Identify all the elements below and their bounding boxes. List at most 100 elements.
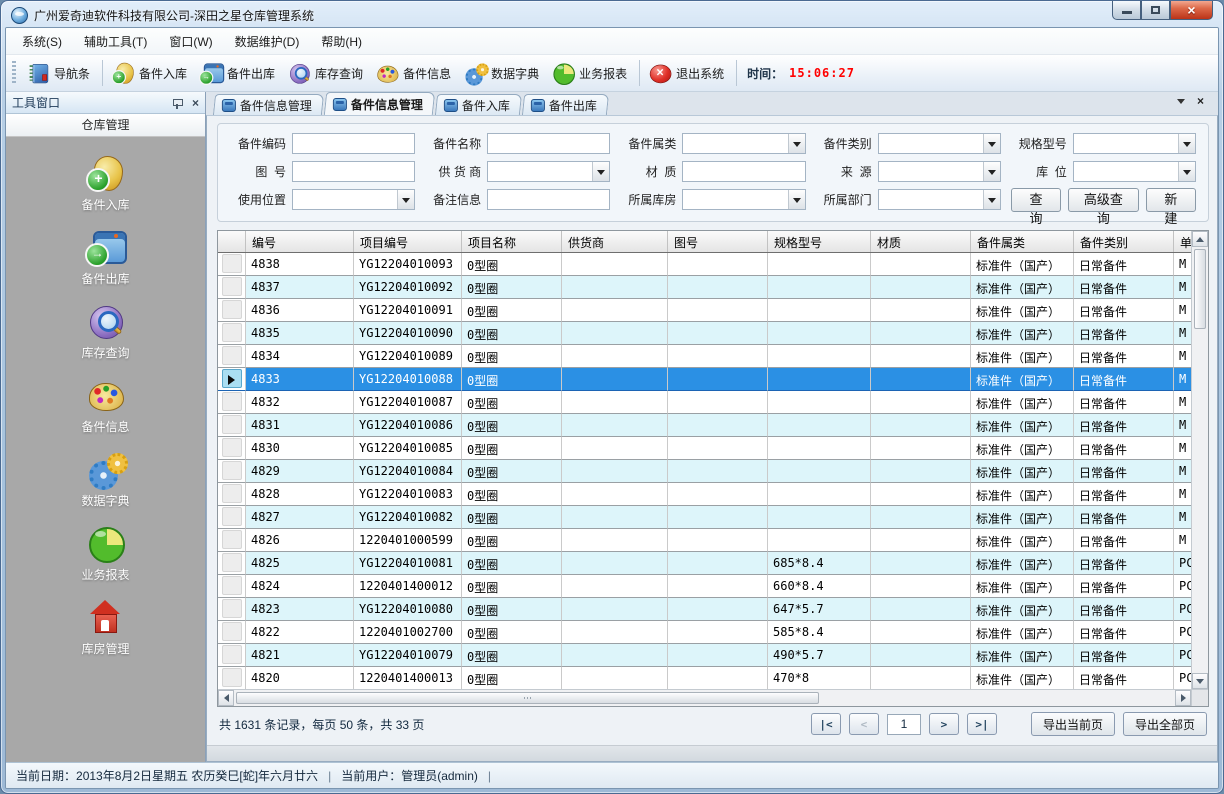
prev-page-button[interactable]: < (849, 713, 879, 735)
chevron-down-icon[interactable] (788, 190, 805, 209)
chevron-down-icon[interactable] (397, 190, 414, 209)
row-selector[interactable] (218, 322, 246, 345)
tab-list-dropdown-icon[interactable] (1177, 99, 1185, 104)
table-row[interactable]: 4834 YG12204010089 0型圈 标准件（国产） 日常备件 (218, 345, 1191, 368)
field-input[interactable] (292, 161, 415, 182)
table-row[interactable]: 4833 YG12204010088 0型圈 标准件（国产） 日常备件 (218, 368, 1191, 391)
table-row[interactable]: 4822 1220401002700 0型圈 585*8.4 标准件（国产） 日… (218, 621, 1191, 644)
row-selector[interactable] (218, 621, 246, 644)
table-row[interactable]: 4836 YG12204010091 0型圈 标准件（国产） 日常备件 (218, 299, 1191, 322)
column-header[interactable]: 规格型号 (768, 231, 871, 252)
field-input[interactable] (487, 133, 610, 154)
advanced-query-button[interactable]: 高级查询 (1068, 188, 1139, 212)
chevron-down-icon[interactable] (592, 162, 609, 181)
export-all-pages-button[interactable]: 导出全部页 (1123, 712, 1207, 736)
field-input[interactable] (1073, 161, 1196, 182)
scroll-right-icon[interactable] (1175, 690, 1191, 706)
column-header[interactable]: 图号 (668, 231, 768, 252)
table-row[interactable]: 4829 YG12204010084 0型圈 标准件（国产） 日常备件 (218, 460, 1191, 483)
horizontal-scroll-track[interactable] (234, 690, 1175, 706)
row-selector[interactable] (218, 368, 246, 391)
row-selector[interactable] (218, 276, 246, 299)
toolbar-button-navbar[interactable]: 导航条 (22, 59, 98, 87)
tab-parts-inbound[interactable]: 备件入库 (435, 94, 522, 115)
row-selector[interactable] (218, 253, 246, 276)
sidebar-item-data-dict[interactable]: 数据字典 (81, 449, 129, 509)
sidebar-item-business-report[interactable]: 业务报表 (81, 523, 129, 583)
table-row[interactable]: 4831 YG12204010086 0型圈 标准件（国产） 日常备件 (218, 414, 1191, 437)
column-header[interactable]: 供货商 (562, 231, 668, 252)
column-header[interactable]: 项目编号 (354, 231, 462, 252)
column-header[interactable]: 备件类别 (1074, 231, 1174, 252)
sidebar-item-parts-inbound[interactable]: 备件入库 (81, 153, 129, 213)
chevron-down-icon[interactable] (983, 134, 1000, 153)
toolbar-item[interactable] (736, 60, 737, 86)
toolbar-button-data-dict[interactable]: 数据字典 (459, 59, 547, 87)
field-input[interactable] (487, 189, 610, 210)
menu-help[interactable]: 帮助(H) (311, 29, 372, 54)
scroll-down-icon[interactable] (1192, 673, 1208, 689)
toolbar-button-stock-query[interactable]: 库存查询 (283, 59, 371, 87)
first-page-button[interactable]: |< (811, 713, 841, 735)
export-current-page-button[interactable]: 导出当前页 (1031, 712, 1115, 736)
pin-icon[interactable] (172, 97, 184, 109)
sidebar-section-title[interactable]: 仓库管理 (6, 114, 205, 137)
row-selector[interactable] (218, 598, 246, 621)
last-page-button[interactable]: >| (967, 713, 997, 735)
row-selector[interactable] (218, 506, 246, 529)
row-selector[interactable] (218, 299, 246, 322)
table-row[interactable]: 4826 1220401000599 0型圈 标准件（国产） 日常备件 (218, 529, 1191, 552)
field-input[interactable] (1073, 133, 1196, 154)
horizontal-scroll-thumb[interactable] (236, 692, 819, 704)
table-row[interactable]: 4827 YG12204010082 0型圈 标准件（国产） 日常备件 (218, 506, 1191, 529)
scroll-up-icon[interactable] (1192, 231, 1208, 247)
chevron-down-icon[interactable] (1178, 134, 1195, 153)
field-input[interactable] (487, 161, 610, 182)
table-row[interactable]: 4824 1220401400012 0型圈 660*8.4 标准件（国产） 日… (218, 575, 1191, 598)
tab-close-icon[interactable]: × (1197, 96, 1204, 106)
menu-system[interactable]: 系统(S) (12, 29, 72, 54)
table-row[interactable]: 4828 YG12204010083 0型圈 标准件（国产） 日常备件 (218, 483, 1191, 506)
chevron-down-icon[interactable] (983, 190, 1000, 209)
minimize-button[interactable] (1112, 1, 1141, 20)
table-row[interactable]: 4821 YG12204010079 0型圈 490*5.7 标准件（国产） 日… (218, 644, 1191, 667)
toolbar-button-parts-info[interactable]: 备件信息 (371, 59, 459, 87)
next-page-button[interactable]: > (929, 713, 959, 735)
row-selector[interactable] (218, 575, 246, 598)
row-selector[interactable] (218, 460, 246, 483)
panel-close-icon[interactable]: × (192, 97, 199, 109)
chevron-down-icon[interactable] (1178, 162, 1195, 181)
row-selector[interactable] (218, 391, 246, 414)
row-selector[interactable] (218, 667, 246, 689)
field-input[interactable] (682, 133, 805, 154)
table-row[interactable]: 4823 YG12204010080 0型圈 647*5.7 标准件（国产） 日… (218, 598, 1191, 621)
table-row[interactable]: 4825 YG12204010081 0型圈 685*8.4 标准件（国产） 日… (218, 552, 1191, 575)
chevron-down-icon[interactable] (788, 134, 805, 153)
maximize-button[interactable] (1141, 1, 1170, 20)
current-page-input[interactable]: 1 (887, 714, 921, 735)
tab-parts-outbound[interactable]: 备件出库 (522, 94, 609, 115)
sidebar-item-stock-query[interactable]: 库存查询 (81, 301, 129, 361)
row-selector[interactable] (218, 529, 246, 552)
row-selector[interactable] (218, 414, 246, 437)
scroll-left-icon[interactable] (218, 690, 234, 706)
close-button[interactable]: × (1170, 1, 1213, 20)
row-selector[interactable] (218, 483, 246, 506)
toolbar-item[interactable] (102, 60, 103, 86)
row-selector[interactable] (218, 644, 246, 667)
table-row[interactable]: 4838 YG12204010093 0型圈 标准件（国产） 日常备件 (218, 253, 1191, 276)
table-row[interactable]: 4820 1220401400013 0型圈 470*8 标准件（国产） 日常备… (218, 667, 1191, 689)
field-input[interactable] (878, 133, 1001, 154)
toolbar-grip-icon[interactable] (12, 61, 16, 85)
toolbar-button-exit[interactable]: 退出系统 (644, 59, 732, 87)
column-header[interactable]: 编号 (246, 231, 354, 252)
field-input[interactable] (292, 133, 415, 154)
field-input[interactable] (878, 161, 1001, 182)
field-input[interactable] (682, 189, 805, 210)
field-input[interactable] (292, 189, 415, 210)
query-button[interactable]: 查询 (1011, 188, 1061, 212)
table-row[interactable]: 4837 YG12204010092 0型圈 标准件（国产） 日常备件 (218, 276, 1191, 299)
column-header[interactable]: 项目名称 (462, 231, 562, 252)
tab-parts-info-mgmt-1[interactable]: 备件信息管理 (213, 94, 324, 115)
field-input[interactable] (878, 189, 1001, 210)
